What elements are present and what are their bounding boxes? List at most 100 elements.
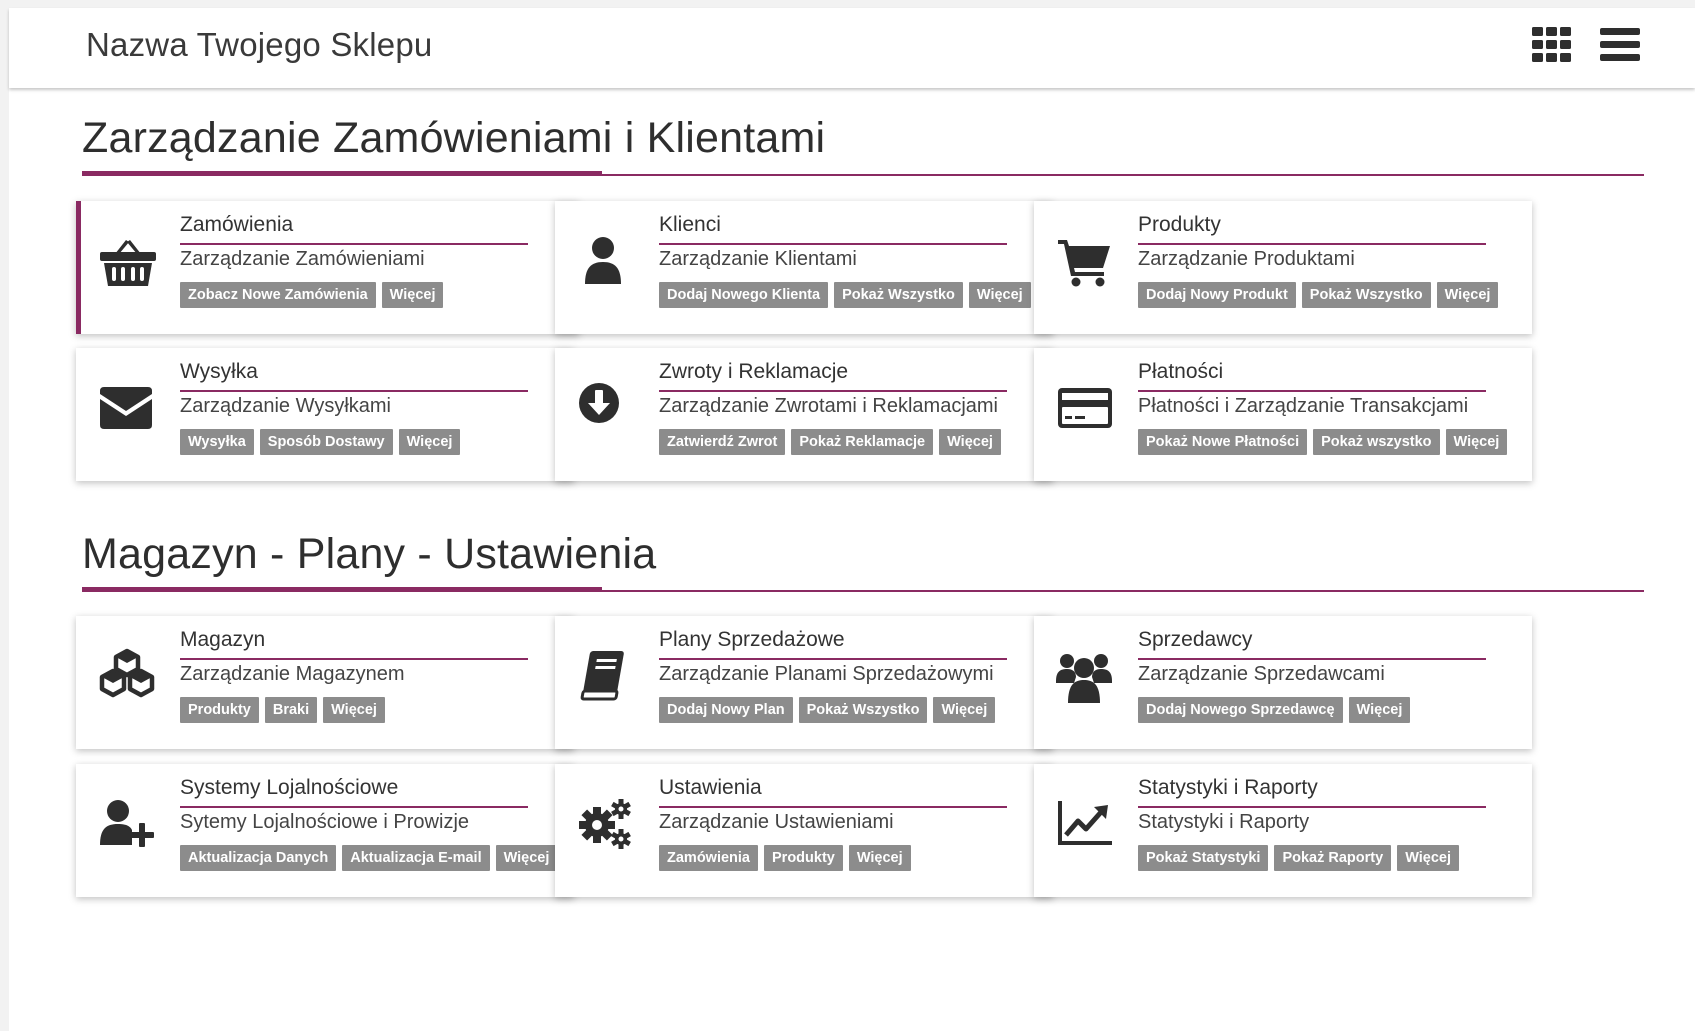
card-subtitle: Sytemy Lojalnościowe i Prowizje [180, 811, 470, 833]
card-arrow-circle-down[interactable]: Zwroty i Reklamacje Zarządzanie Zwrotami … [555, 348, 1053, 481]
card-title[interactable]: Produkty [1138, 213, 1486, 245]
users-icon [1056, 647, 1116, 707]
grid-icon[interactable] [1529, 24, 1575, 66]
card-cubes[interactable]: Magazyn Zarządzanie Magazynem Produkty Brak… [76, 616, 574, 749]
card-basket[interactable]: Zamówienia Zarządzanie Zamówieniami Zobacz… [76, 201, 579, 334]
card-title[interactable]: Systemy Lojalnościowe [180, 776, 528, 808]
action-button[interactable]: Pokaż Raporty [1274, 845, 1392, 871]
user-plus-icon [98, 795, 158, 855]
card-actions: Zamówienia Produkty Więcej [659, 845, 911, 871]
card-subtitle: Zarządzanie Klientami [659, 248, 857, 270]
action-button[interactable]: Pokaż Reklamacje [791, 429, 934, 455]
card-gears[interactable]: Ustawienia Zarządzanie Ustawieniami Zamówi… [555, 764, 1053, 897]
card-user-plus[interactable]: Systemy Lojalnościowe Sytemy Lojalnościow… [76, 764, 574, 897]
card-subtitle: Płatności i Zarządzanie Transakcjami [1138, 395, 1469, 417]
credit-card-icon [1056, 379, 1116, 439]
action-button[interactable]: Dodaj Nowego Klienta [659, 282, 829, 308]
card-subtitle: Zarządzanie Magazynem [180, 663, 405, 685]
action-button[interactable]: Więcej [933, 697, 996, 723]
card-actions: Aktualizacja Danych Aktualizacja E-mail Wi… [180, 845, 558, 871]
action-button[interactable]: Aktualizacja Danych [180, 845, 337, 871]
card-actions: Dodaj Nowy Produkt Pokaż Wszystko Więcej [1138, 282, 1499, 308]
card-title[interactable]: Klienci [659, 213, 1007, 245]
card-subtitle: Zarządzanie Planami Sprzedażowymi [659, 663, 994, 685]
action-button[interactable]: Aktualizacja E-mail [342, 845, 490, 871]
line-chart-icon [1056, 795, 1116, 855]
action-button[interactable]: Więcej [381, 282, 444, 308]
section-title: Zarządzanie Zamówieniami i Klientami [82, 114, 826, 162]
card-title[interactable]: Plany Sprzedażowe [659, 628, 1007, 660]
cubes-icon [98, 647, 158, 707]
card-actions: Zobacz Nowe Zamówienia Więcej [180, 282, 444, 308]
action-button[interactable]: Więcej [398, 429, 461, 455]
cart-icon [1056, 232, 1116, 292]
user-icon [577, 232, 637, 292]
card-subtitle: Zarządzanie Zwrotami i Reklamacjami [659, 395, 998, 417]
card-actions: Zatwierdź Zwrot Pokaż Reklamacje Więcej [659, 429, 1001, 455]
card-title[interactable]: Sprzedawcy [1138, 628, 1486, 660]
card-title[interactable]: Ustawienia [659, 776, 1007, 808]
card-line-chart[interactable]: Statystyki i Raporty Statystyki i Raporty… [1034, 764, 1532, 897]
action-button[interactable]: Więcej [1348, 697, 1411, 723]
gears-icon [577, 795, 637, 855]
card-subtitle: Zarządzanie Produktami [1138, 248, 1355, 270]
action-button[interactable]: Dodaj Nowego Sprzedawcę [1138, 697, 1343, 723]
action-button[interactable]: Więcej [848, 845, 911, 871]
action-button[interactable]: Zatwierdź Zwrot [659, 429, 786, 455]
action-button[interactable]: Pokaż wszystko [1313, 429, 1440, 455]
book-icon [577, 647, 637, 707]
card-subtitle: Zarządzanie Wysyłkami [180, 395, 391, 417]
card-actions: Pokaż Statystyki Pokaż Raporty Więcej [1138, 845, 1459, 871]
card-subtitle: Zarządzanie Zamówieniami [180, 248, 425, 270]
basket-icon [98, 232, 158, 292]
action-button[interactable]: Produkty [180, 697, 259, 723]
card-actions: Dodaj Nowego Sprzedawcę Więcej [1138, 697, 1411, 723]
action-button[interactable]: Więcej [1436, 282, 1499, 308]
page: Nazwa Twojego Sklepu Zarządzanie Zamówie… [9, 8, 1695, 1031]
card-actions: Pokaż Nowe Płatności Pokaż wszystko Więcej [1138, 429, 1508, 455]
section-divider-accent [82, 587, 602, 592]
section-title: Magazyn - Plany - Ustawienia [82, 530, 657, 578]
card-title[interactable]: Statystyki i Raporty [1138, 776, 1486, 808]
action-button[interactable]: Pokaż Wszystko [1301, 282, 1431, 308]
action-button[interactable]: Więcej [495, 845, 558, 871]
card-title[interactable]: Zamówienia [180, 213, 528, 245]
action-button[interactable]: Więcej [939, 429, 1001, 455]
action-button[interactable]: Braki [264, 697, 318, 723]
card-subtitle: Zarządzanie Ustawieniami [659, 811, 894, 833]
card-title[interactable]: Magazyn [180, 628, 528, 660]
card-credit-card[interactable]: Płatności Płatności i Zarządzanie Transak… [1034, 348, 1532, 481]
action-button[interactable]: Pokaż Wszystko [798, 697, 928, 723]
action-button[interactable]: Więcej [1445, 429, 1508, 455]
action-button[interactable]: Produkty [764, 845, 843, 871]
card-title[interactable]: Zwroty i Reklamacje [659, 360, 1007, 392]
action-button[interactable]: Wysyłka [180, 429, 254, 455]
card-title[interactable]: Płatności [1138, 360, 1486, 392]
section-divider-accent [82, 171, 602, 176]
card-actions: Produkty Braki Więcej [180, 697, 385, 723]
card-user[interactable]: Klienci Zarządzanie Klientami Dodaj Nowego… [555, 201, 1053, 334]
card-book[interactable]: Plany Sprzedażowe Zarządzanie Planami Spr… [555, 616, 1053, 749]
card-actions: Wysyłka Sposób Dostawy Więcej [180, 429, 461, 455]
card-cart[interactable]: Produkty Zarządzanie Produktami Dodaj Nowy… [1034, 201, 1532, 334]
card-users[interactable]: Sprzedawcy Zarządzanie Sprzedawcami Dodaj … [1034, 616, 1532, 749]
top-bar: Nazwa Twojego Sklepu [9, 8, 1695, 88]
action-button[interactable]: Sposób Dostawy [259, 429, 393, 455]
action-button[interactable]: Dodaj Nowy Produkt [1138, 282, 1296, 308]
action-button[interactable]: Więcej [968, 282, 1031, 308]
shop-name[interactable]: Nazwa Twojego Sklepu [86, 26, 432, 64]
action-button[interactable]: Więcej [1397, 845, 1459, 871]
action-button[interactable]: Zobacz Nowe Zamówienia [180, 282, 376, 308]
action-button[interactable]: Zamówienia [659, 845, 758, 871]
action-button[interactable]: Dodaj Nowy Plan [659, 697, 793, 723]
menu-icon[interactable] [1597, 24, 1643, 66]
arrow-circle-down-icon [577, 379, 637, 439]
envelope-icon [98, 379, 158, 439]
action-button[interactable]: Pokaż Nowe Płatności [1138, 429, 1308, 455]
action-button[interactable]: Pokaż Wszystko [834, 282, 963, 308]
action-button[interactable]: Więcej [323, 697, 385, 723]
card-envelope[interactable]: Wysyłka Zarządzanie Wysyłkami Wysyłka Sposó… [76, 348, 574, 481]
card-subtitle: Statystyki i Raporty [1138, 811, 1310, 833]
action-button[interactable]: Pokaż Statystyki [1138, 845, 1269, 871]
card-title[interactable]: Wysyłka [180, 360, 528, 392]
